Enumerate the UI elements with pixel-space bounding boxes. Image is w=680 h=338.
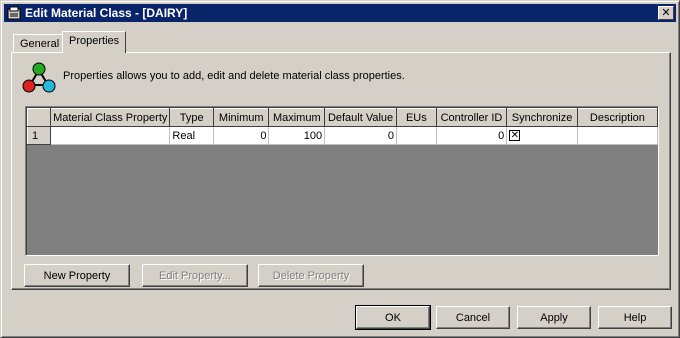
column-header-synchronize[interactable]: Synchronize [506,108,578,127]
column-header-description[interactable]: Description [576,108,658,127]
column-header-minimum[interactable]: Minimum [212,108,270,127]
cell-controller-id[interactable]: 0 [435,126,508,145]
properties-table: Material Class Property Type Minimum Max… [26,108,658,145]
tab-general[interactable]: General [13,34,67,52]
molecule-icon [22,62,56,93]
info-text: Properties allows you to add, edit and d… [63,70,405,82]
edit-material-class-dialog: Edit Material Class - [DAIRY] ✕ General … [0,0,680,338]
apply-button[interactable]: Apply [517,306,591,329]
app-icon [7,6,21,20]
delete-property-button[interactable]: Delete Property [258,264,364,287]
synchronize-checkbox[interactable]: ✕ [509,130,521,142]
cell-type[interactable]: Real [169,126,214,145]
ok-button[interactable]: OK [355,305,431,330]
column-header-type[interactable]: Type [169,108,214,127]
column-header-maximum[interactable]: Maximum [268,108,326,127]
close-icon: ✕ [661,6,671,19]
grid-header-row: Material Class Property Type Minimum Max… [26,108,658,127]
close-button[interactable]: ✕ [658,6,674,20]
cell-minimum[interactable]: 0 [212,126,270,145]
column-header-controller-id[interactable]: Controller ID [435,108,508,127]
cell-default-value[interactable]: 0 [324,126,397,145]
column-header-eus[interactable]: EUs [395,108,437,127]
edit-property-button[interactable]: Edit Property... [142,264,248,287]
new-property-button[interactable]: New Property [24,264,130,287]
cell-eus[interactable] [395,126,437,145]
title-bar[interactable]: Edit Material Class - [DAIRY] ✕ [4,4,676,22]
cell-maximum[interactable]: 100 [268,126,326,145]
grid-corner-header[interactable] [26,108,52,127]
column-header-default-value[interactable]: Default Value [324,108,397,127]
cell-description[interactable] [576,126,658,145]
help-button[interactable]: Help [598,306,672,329]
row-number[interactable]: 1 [26,126,52,145]
table-row[interactable]: 1 Real 0 100 0 0 ✕ [26,126,658,145]
window-title: Edit Material Class - [DAIRY] [25,6,188,20]
properties-panel: Properties allows you to add, edit and d… [11,52,671,290]
tab-properties[interactable]: Properties [62,31,127,53]
column-header-material-class-property[interactable]: Material Class Property [50,108,171,127]
cancel-button[interactable]: Cancel [436,306,510,329]
cell-synchronize[interactable]: ✕ [506,126,578,145]
cell-material-class-property[interactable] [50,126,171,145]
properties-grid[interactable]: Material Class Property Type Minimum Max… [25,106,659,256]
